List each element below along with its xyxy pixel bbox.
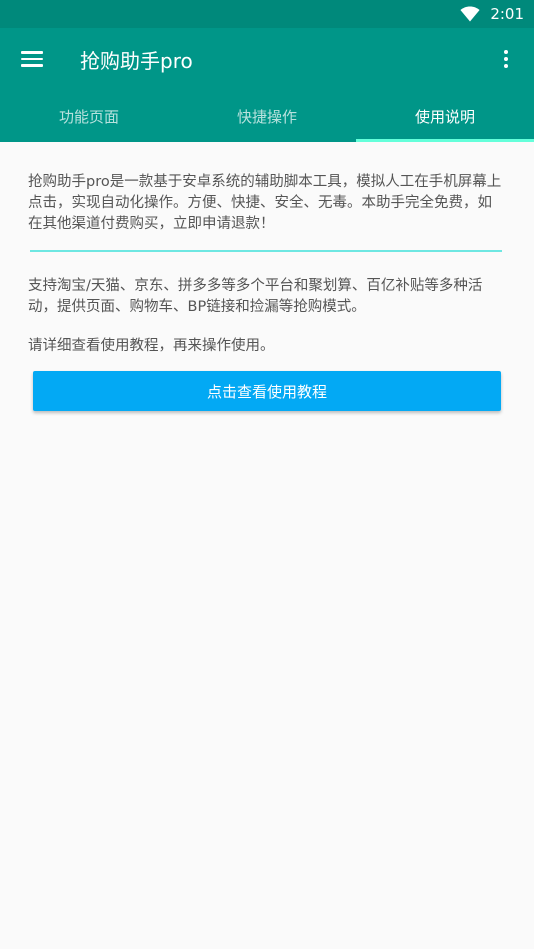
instruction-text: 请详细查看使用教程，再来操作使用。 (28, 338, 275, 354)
menu-button[interactable] (10, 37, 54, 81)
app-bar: 抢购助手pro (0, 28, 534, 90)
app-title: 抢购助手pro (80, 49, 193, 73)
tab-label: 功能页面 (58, 107, 119, 126)
overflow-menu-button[interactable] (486, 37, 526, 81)
more-vert-icon (504, 50, 508, 68)
status-time: 2:01 (490, 5, 524, 23)
intro-text: 抢购助手pro是一款基于安卓系统的辅助脚本工具，模拟人工在手机屏幕上点击，实现自… (28, 174, 502, 232)
tab-bar: 功能页面 快捷操作 使用说明 (0, 90, 534, 142)
tab-function-page[interactable]: 功能页面 (0, 90, 178, 142)
divider (30, 250, 502, 252)
tab-quick-actions[interactable]: 快捷操作 (178, 90, 356, 142)
tab-label: 使用说明 (414, 107, 475, 126)
tab-instructions[interactable]: 使用说明 (356, 90, 534, 142)
status-bar: 2:01 (0, 0, 534, 28)
status-icons: 2:01 (460, 3, 524, 25)
view-tutorial-button[interactable]: 点击查看使用教程 (33, 371, 501, 411)
features-text: 支持淘宝/天猫、京东、拼多多等多个平台和聚划算、百亿补贴等多种活动，提供页面、购… (28, 278, 483, 315)
instructions-content: 抢购助手pro是一款基于安卓系统的辅助脚本工具，模拟人工在手机屏幕上点击，实现自… (0, 142, 534, 949)
menu-icon (21, 51, 43, 67)
wifi-icon (460, 6, 480, 22)
tab-label: 快捷操作 (236, 107, 297, 126)
